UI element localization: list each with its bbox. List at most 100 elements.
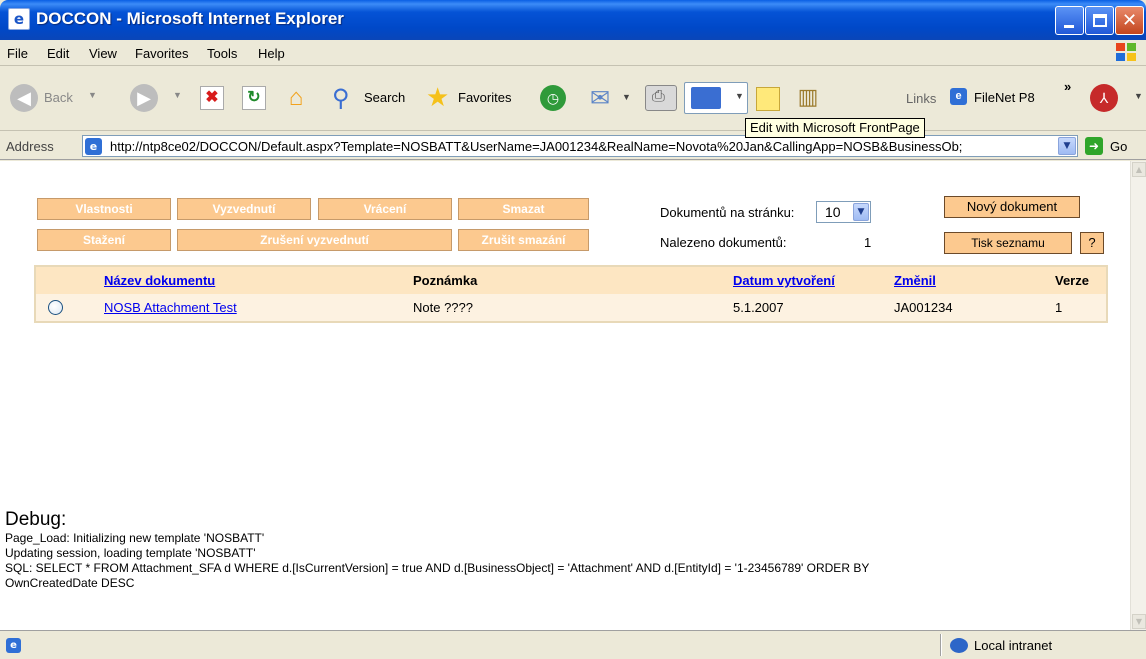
help-button[interactable]: ? bbox=[1080, 232, 1104, 254]
column-name[interactable]: Název dokumentu bbox=[104, 273, 215, 288]
star-icon: ★ bbox=[426, 82, 450, 112]
go-arrow-icon[interactable]: ➜ bbox=[1085, 137, 1103, 155]
home-button[interactable]: ⌂ bbox=[282, 84, 310, 112]
document-version: 1 bbox=[1055, 300, 1063, 315]
back-dropdown-icon: ▼ bbox=[88, 90, 97, 100]
found-label: Nalezeno dokumentů: bbox=[660, 235, 787, 250]
address-url[interactable]: http://ntp8ce02/DOCCON/Default.aspx?Temp… bbox=[110, 139, 1060, 154]
undo-delete-button[interactable]: Zrušit smazání bbox=[458, 229, 589, 251]
pdf-button[interactable]: ⅄ bbox=[1090, 84, 1118, 112]
debug-line: SQL: SELECT * FROM Attachment_SFA d WHER… bbox=[5, 561, 870, 575]
printer-icon: ⎙ bbox=[652, 88, 665, 105]
close-icon: ✕ bbox=[1121, 10, 1138, 31]
debug-line: OwnCreatedDate DESC bbox=[5, 576, 135, 590]
properties-button[interactable]: Vlastnosti bbox=[37, 198, 171, 220]
stop-button[interactable]: ✖ bbox=[200, 86, 224, 110]
scroll-down-icon[interactable]: ▼ bbox=[1132, 614, 1146, 629]
window-title: DOCCON - Microsoft Internet Explorer bbox=[36, 9, 344, 28]
back-button[interactable]: ◀ Back ▼ bbox=[8, 82, 108, 114]
search-button[interactable]: ⚲ Search bbox=[330, 82, 416, 114]
menu-help[interactable]: Help bbox=[258, 46, 285, 61]
address-input[interactable]: e http://ntp8ce02/DOCCON/Default.aspx?Te… bbox=[82, 135, 1078, 157]
debug-output: Debug: Page_Load: Initializing new templ… bbox=[5, 509, 1125, 591]
per-page-select[interactable]: 10 ▼ bbox=[816, 201, 871, 223]
debug-line: Page_Load: Initializing new template 'NO… bbox=[5, 531, 265, 545]
discuss-button[interactable] bbox=[756, 87, 780, 111]
table-row[interactable]: NOSB Attachment Test Note ???? 5.1.2007 … bbox=[36, 294, 1106, 321]
favorites-label: Favorites bbox=[458, 90, 512, 105]
checkout-button[interactable]: Vyzvednutí bbox=[177, 198, 311, 220]
toolbar: ◀ Back ▼ ▶ ▼ ✖ ↻ ⌂ ⚲ Search ★ Favorites … bbox=[0, 67, 1146, 131]
debug-line: Updating session, loading template 'NOSB… bbox=[5, 546, 256, 560]
table-header: Název dokumentu Poznámka Datum vytvoření… bbox=[36, 267, 1106, 294]
cancel-checkout-button[interactable]: Zrušení vyzvednutí bbox=[177, 229, 452, 251]
close-button[interactable]: ✕ bbox=[1115, 6, 1144, 35]
column-version: Verze bbox=[1055, 273, 1089, 288]
pdf-icon: ⅄ bbox=[1099, 90, 1109, 106]
filenet-link[interactable]: e FileNet P8 bbox=[950, 85, 1050, 109]
address-label: Address bbox=[6, 139, 54, 154]
maximize-button[interactable] bbox=[1085, 6, 1114, 35]
document-created: 5.1.2007 bbox=[733, 300, 784, 315]
column-created[interactable]: Datum vytvoření bbox=[733, 273, 835, 288]
links-label: Links bbox=[906, 91, 937, 106]
menu-edit[interactable]: Edit bbox=[47, 46, 69, 61]
menu-tools[interactable]: Tools bbox=[207, 46, 237, 61]
home-icon: ⌂ bbox=[288, 84, 304, 111]
forward-button[interactable]: ▶ ▼ bbox=[128, 82, 188, 114]
print-list-button[interactable]: Tisk seznamu bbox=[944, 232, 1072, 254]
research-button[interactable]: ▥ bbox=[794, 84, 822, 112]
forward-arrow-icon: ▶ bbox=[130, 84, 158, 112]
row-select-radio[interactable] bbox=[48, 300, 63, 315]
per-page-value: 10 bbox=[825, 204, 841, 220]
debug-title: Debug: bbox=[5, 509, 67, 530]
filenet-label: FileNet P8 bbox=[974, 90, 1035, 105]
menu-favorites[interactable]: Favorites bbox=[135, 46, 188, 61]
column-changed[interactable]: Změnil bbox=[894, 273, 936, 288]
go-button[interactable]: Go bbox=[1110, 139, 1127, 154]
status-bar: e Local intranet bbox=[0, 630, 1146, 659]
scroll-up-icon[interactable]: ▲ bbox=[1132, 162, 1146, 177]
history-button[interactable]: ◷ bbox=[540, 85, 566, 111]
document-name-link[interactable]: NOSB Attachment Test bbox=[104, 300, 237, 315]
refresh-icon: ↻ bbox=[247, 89, 261, 106]
edit-frontpage-icon bbox=[691, 87, 721, 109]
menu-bar: File Edit View Favorites Tools Help bbox=[0, 40, 1146, 66]
vertical-scrollbar[interactable]: ▲ ▼ bbox=[1130, 161, 1146, 630]
mail-dropdown-icon: ▼ bbox=[622, 92, 631, 102]
favorites-button[interactable]: ★ Favorites bbox=[424, 82, 528, 114]
tooltip: Edit with Microsoft FrontPage bbox=[745, 118, 925, 138]
checkin-button[interactable]: Vrácení bbox=[318, 198, 452, 220]
download-button[interactable]: Stažení bbox=[37, 229, 171, 251]
search-label: Search bbox=[364, 90, 406, 105]
delete-button[interactable]: Smazat bbox=[458, 198, 589, 220]
mail-button[interactable]: ✉ ▼ bbox=[590, 84, 636, 112]
ie-icon: e bbox=[8, 8, 30, 30]
page-status-icon: e bbox=[6, 638, 21, 653]
address-dropdown-icon[interactable]: ▼ bbox=[1058, 137, 1076, 155]
document-changed-by: JA001234 bbox=[894, 300, 953, 315]
minimize-icon bbox=[1064, 25, 1074, 28]
refresh-button[interactable]: ↻ bbox=[242, 86, 266, 110]
document-note: Note ???? bbox=[413, 300, 473, 315]
print-button[interactable]: ⎙ bbox=[645, 85, 677, 111]
edit-button[interactable]: ▼ bbox=[684, 82, 748, 114]
chevron-down-icon: ▼ bbox=[853, 203, 869, 221]
column-note: Poznámka bbox=[413, 273, 478, 288]
address-bar: Address e http://ntp8ce02/DOCCON/Default… bbox=[0, 132, 1146, 160]
page-content: Vlastnosti Vyzvednutí Vrácení Smazat Sta… bbox=[0, 161, 1130, 630]
back-label: Back bbox=[44, 90, 73, 105]
minimize-button[interactable] bbox=[1055, 6, 1084, 35]
pdf-dropdown-icon[interactable]: ▼ bbox=[1134, 91, 1143, 101]
menu-view[interactable]: View bbox=[89, 46, 117, 61]
title-bar: e DOCCON - Microsoft Internet Explorer ✕ bbox=[0, 0, 1146, 40]
forward-dropdown-icon: ▼ bbox=[173, 90, 182, 100]
new-document-button[interactable]: Nový dokument bbox=[944, 196, 1080, 218]
maximize-icon bbox=[1093, 14, 1107, 27]
links-chevron[interactable]: » bbox=[1064, 79, 1071, 94]
found-count: 1 bbox=[864, 235, 872, 250]
history-icon: ◷ bbox=[546, 90, 560, 106]
mail-icon: ✉ bbox=[590, 85, 611, 112]
ie-page-icon: e bbox=[950, 88, 967, 105]
menu-file[interactable]: File bbox=[7, 46, 28, 61]
